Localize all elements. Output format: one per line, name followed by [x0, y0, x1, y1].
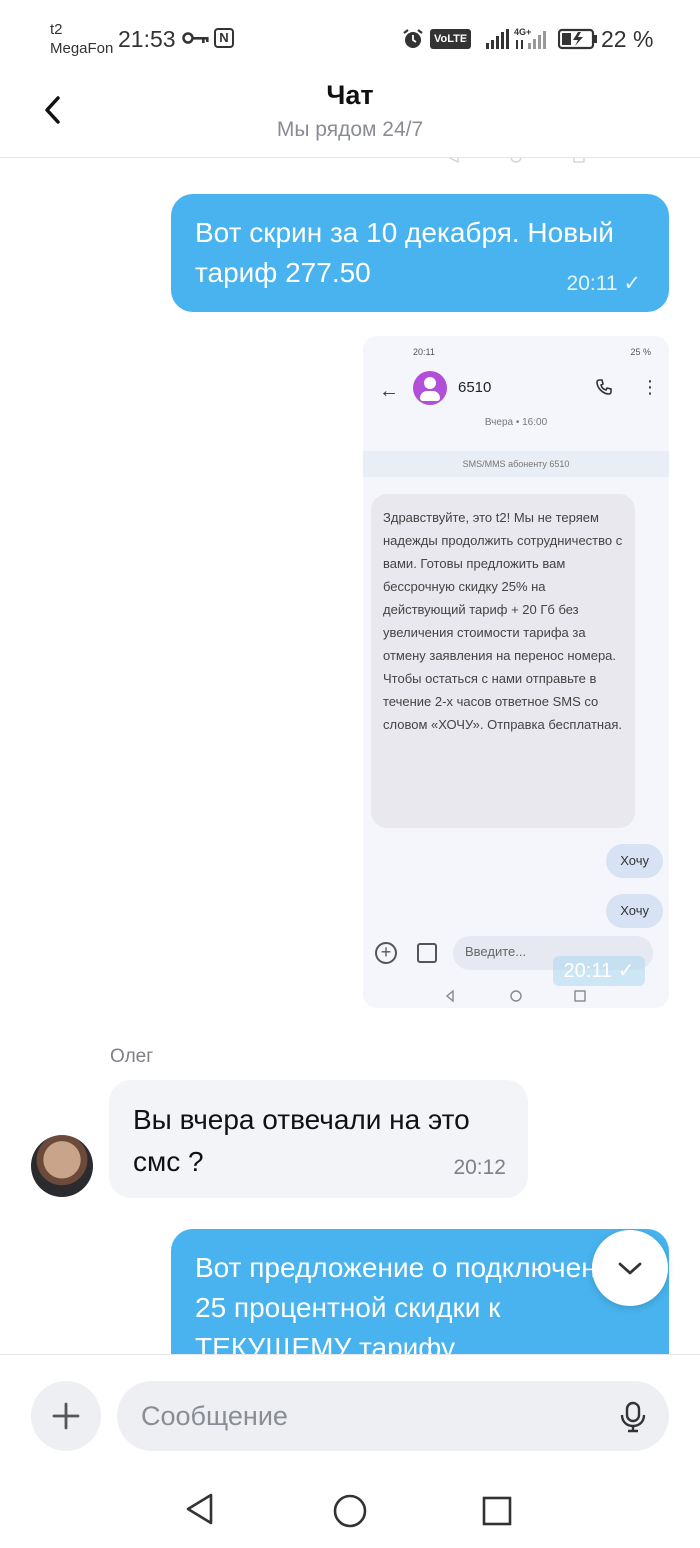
- page-title: Чат: [326, 80, 374, 110]
- nfc-icon: N: [214, 28, 234, 48]
- image-sms-label: SMS/MMS абоненту 6510: [363, 451, 669, 477]
- image-plus-icon: +: [375, 942, 397, 964]
- chat-header: Чат Мы рядом 24/7: [0, 76, 700, 158]
- attached-image[interactable]: 20:11 25 % ← 6510 ⋮ Вчера • 16:00 SMS/MM…: [363, 336, 669, 1008]
- message-text: Вы вчера отвечали на это смс ?: [133, 1104, 470, 1177]
- image-nav-bar: [445, 989, 586, 1003]
- image-time-overlay: 20:11 ✓: [553, 956, 645, 986]
- previous-image-cutoff: [448, 158, 585, 164]
- status-time: 21:53: [118, 26, 176, 52]
- message-text: Вот предложение о подключении 25 процент…: [195, 1252, 628, 1354]
- message-time-value: 20:11: [566, 272, 618, 295]
- attach-button[interactable]: [31, 1381, 101, 1451]
- image-phone-icon: [596, 379, 612, 395]
- nav-back-icon[interactable]: [184, 1492, 216, 1526]
- plus-icon: [52, 1402, 80, 1430]
- page-subtitle: Мы рядом 24/7: [276, 118, 424, 141]
- read-checkmark-icon: ✓: [623, 272, 641, 295]
- chevron-down-icon: [618, 1262, 642, 1275]
- chat-history[interactable]: Вот скрин за 10 декабря. Новый тариф 277…: [0, 158, 700, 1354]
- image-reply: Хочу: [606, 894, 663, 928]
- image-time-value: 20:11: [563, 960, 613, 982]
- image-input-placeholder: Введите...: [465, 944, 527, 959]
- message-input[interactable]: [117, 1381, 669, 1451]
- image-sms-text: Здравствуйте, это t2! Мы не теряем надеж…: [383, 510, 623, 732]
- volte-sim-index: 2: [464, 40, 470, 51]
- sender-name: Олег: [110, 1046, 154, 1067]
- image-contact-avatar: [413, 371, 447, 405]
- image-back-arrow-icon: ←: [379, 380, 399, 402]
- image-gallery-icon: [417, 943, 437, 963]
- microphone-icon[interactable]: [618, 1401, 648, 1433]
- signal-icon: [486, 29, 509, 49]
- carrier-label: t2 MegaFon: [50, 20, 113, 58]
- carrier-line-1: t2: [50, 21, 63, 38]
- read-checkmark-icon: ✓: [617, 960, 635, 982]
- carrier-line-2: MegaFon: [50, 40, 114, 57]
- nav-recent-icon[interactable]: [481, 1495, 513, 1527]
- alarm-icon: [403, 29, 423, 48]
- image-menu-icon: ⋮: [641, 377, 659, 397]
- image-date: Вчера • 16:00: [484, 417, 548, 428]
- status-bar: t2 MegaFon 21:53 N VoLTE 2 4G+ 22 %: [0, 0, 700, 76]
- message-time: 20:12: [453, 1156, 506, 1179]
- battery-percent: 22 %: [601, 26, 654, 52]
- avatar[interactable]: [31, 1135, 93, 1197]
- nav-home-icon[interactable]: [332, 1493, 368, 1529]
- signal-4g-icon: 4G+: [514, 27, 546, 49]
- incoming-message[interactable]: Вы вчера отвечали на это смс ? 20:12: [109, 1080, 528, 1198]
- image-contact-name: 6510: [458, 379, 492, 396]
- svg-text:4G+: 4G+: [514, 27, 531, 37]
- battery-icon: [558, 28, 597, 50]
- image-status-bar: 20:11 25 %: [363, 336, 669, 366]
- outgoing-message[interactable]: Вот предложение о подключении 25 процент…: [171, 1229, 669, 1354]
- key-icon: [182, 32, 209, 44]
- message-time: 20:11 ✓: [567, 271, 641, 296]
- scroll-down-button[interactable]: [592, 1230, 668, 1306]
- image-reply: Хочу: [606, 844, 663, 878]
- image-status-time: 20:11: [413, 347, 435, 357]
- image-status-battery: 25 %: [630, 347, 651, 357]
- message-composer: [0, 1354, 700, 1464]
- system-navigation-bar: [0, 1464, 700, 1548]
- outgoing-message[interactable]: Вот скрин за 10 декабря. Новый тариф 277…: [171, 194, 669, 312]
